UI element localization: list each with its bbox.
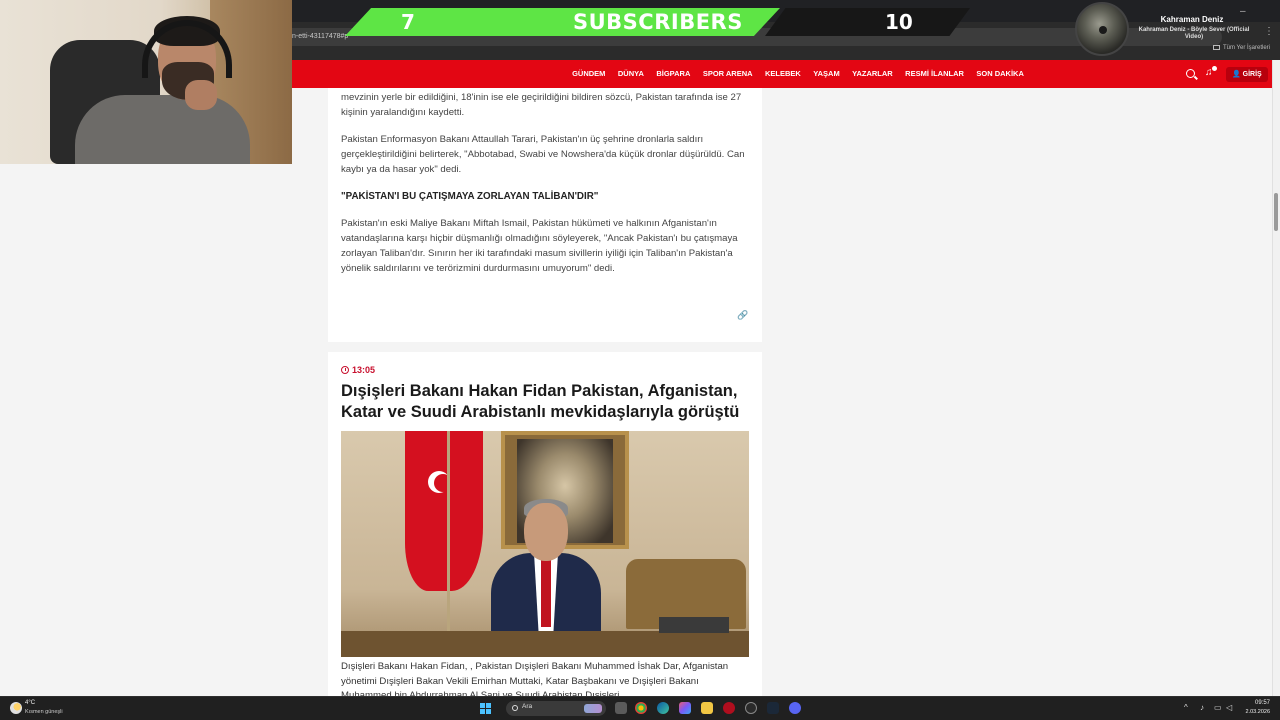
nav-item-gundem[interactable]: GÜNDEM: [572, 60, 605, 88]
nav-item-yazarlar[interactable]: YAZARLAR: [852, 60, 893, 88]
taskbar-search-placeholder: Ara: [522, 703, 533, 710]
turkish-flag: [405, 431, 483, 591]
streamer-hand: [185, 80, 217, 110]
photo-caption: Dışişleri Bakanı Hakan Fidan, , Pakistan…: [341, 661, 729, 696]
edge-icon[interactable]: [657, 702, 669, 714]
minister-tie: [541, 559, 551, 627]
taskbar-search[interactable]: Ara: [506, 701, 606, 716]
live-entry-card: mevzinin yerle bir edildiğini, 18'inin i…: [328, 88, 762, 342]
subscriber-goal-box: [765, 8, 970, 36]
nav-item-spor-arena[interactable]: SPOR ARENA: [703, 60, 753, 88]
browser-menu-icon[interactable]: ⋮: [1264, 26, 1274, 37]
weather-description: Kısmen güneşli: [25, 709, 63, 715]
obs-icon[interactable]: [745, 702, 757, 714]
streamer-body: [75, 95, 250, 164]
copy-link-icon[interactable]: 🔗: [737, 311, 748, 320]
search-icon: [512, 705, 518, 711]
file-explorer-icon[interactable]: [701, 702, 713, 714]
steam-icon[interactable]: [767, 702, 779, 714]
start-button[interactable]: [480, 703, 491, 714]
subscriber-count: 7: [401, 10, 415, 34]
nav-item-son-dakika[interactable]: SON DAKİKA: [976, 60, 1024, 88]
clock-icon: [341, 366, 349, 374]
weather-temperature: 4°C: [25, 700, 36, 706]
nav-item-dunya[interactable]: DÜNYA: [618, 60, 644, 88]
scrollbar-thumb[interactable]: [1274, 193, 1278, 231]
article-paragraph: mevzinin yerle bir edildiğini, 18'inin i…: [341, 92, 742, 118]
app-icon[interactable]: [723, 702, 735, 714]
article-subheading: "PAKİSTAN'I BU ÇATIŞMAYA ZORLAYAN TALİBA…: [341, 191, 599, 202]
address-bar-text: n-etti-43117478#p: [292, 33, 349, 40]
music-artist: Kahraman Deniz: [1160, 15, 1224, 24]
volume-icon[interactable]: ◁: [1226, 703, 1232, 713]
live-entry-card: 13:05 Dışişleri Bakanı Hakan Fidan Pakis…: [328, 352, 762, 696]
search-icon[interactable]: [1186, 69, 1195, 78]
tray-overflow-icon[interactable]: ^: [1184, 703, 1188, 713]
search-highlight-art: [584, 704, 602, 713]
desk: [341, 631, 749, 657]
subscriber-goal: 10: [885, 10, 913, 34]
minister-head: [524, 503, 568, 561]
nav-item-bigpara[interactable]: BİGPARA: [656, 60, 690, 88]
music-track: Kahraman Deniz - Böyle Sever (Official V…: [1138, 27, 1250, 40]
clock-time[interactable]: 09:57: [1244, 700, 1270, 706]
weather-icon[interactable]: [10, 702, 22, 714]
article-photo: [341, 431, 749, 657]
desk-items: [659, 617, 729, 633]
site-navbar: GÜNDEM DÜNYA BİGPARA SPOR ARENA KELEBEK …: [292, 60, 1272, 88]
network-icon[interactable]: ▭: [1214, 703, 1222, 713]
nav-item-resmi-ilanlar[interactable]: RESMİ İLANLAR: [905, 60, 964, 88]
clock-date[interactable]: 2.03.2026: [1240, 709, 1270, 715]
login-label: GİRİŞ: [1242, 71, 1262, 78]
windows-taskbar: 4°C Kısmen güneşli Ara ^ ♪ ▭ ◁ 09:57 2.0…: [0, 696, 1280, 720]
discord-icon[interactable]: [789, 702, 801, 714]
now-playing-overlay: Kahraman Deniz Kahraman Deniz - Böyle Se…: [1072, 0, 1262, 58]
subscriber-label: SUBSCRIBERS: [573, 10, 743, 34]
microphone-icon[interactable]: ♪: [1200, 703, 1204, 713]
entry-timestamp: 13:05: [341, 365, 375, 377]
flagpole: [447, 431, 450, 657]
nav-item-kelebek[interactable]: KELEBEK: [765, 60, 801, 88]
notification-badge: [1212, 66, 1217, 71]
chrome-icon[interactable]: [635, 702, 647, 714]
page-scrollbar[interactable]: [1272, 60, 1280, 696]
article-paragraph: Pakistan'ın eski Maliye Bakanı Miftah Is…: [341, 218, 738, 274]
article-paragraph: Pakistan Enformasyon Bakanı Attaullah Ta…: [341, 134, 745, 175]
login-button[interactable]: 👤 GİRİŞ: [1226, 67, 1268, 82]
entry-time: 13:05: [352, 365, 376, 375]
album-art: [1075, 2, 1129, 56]
entry-headline[interactable]: Dışişleri Bakanı Hakan Fidan Pakistan, A…: [341, 381, 751, 423]
nav-menu: GÜNDEM DÜNYA BİGPARA SPOR ARENA KELEBEK …: [292, 60, 1272, 88]
task-view-icon[interactable]: [615, 702, 627, 714]
webcam-feed: [0, 0, 292, 164]
nav-item-yasam[interactable]: YAŞAM: [813, 60, 839, 88]
store-icon[interactable]: [679, 702, 691, 714]
subscriber-goal-overlay: 7 SUBSCRIBERS 10: [345, 8, 970, 36]
